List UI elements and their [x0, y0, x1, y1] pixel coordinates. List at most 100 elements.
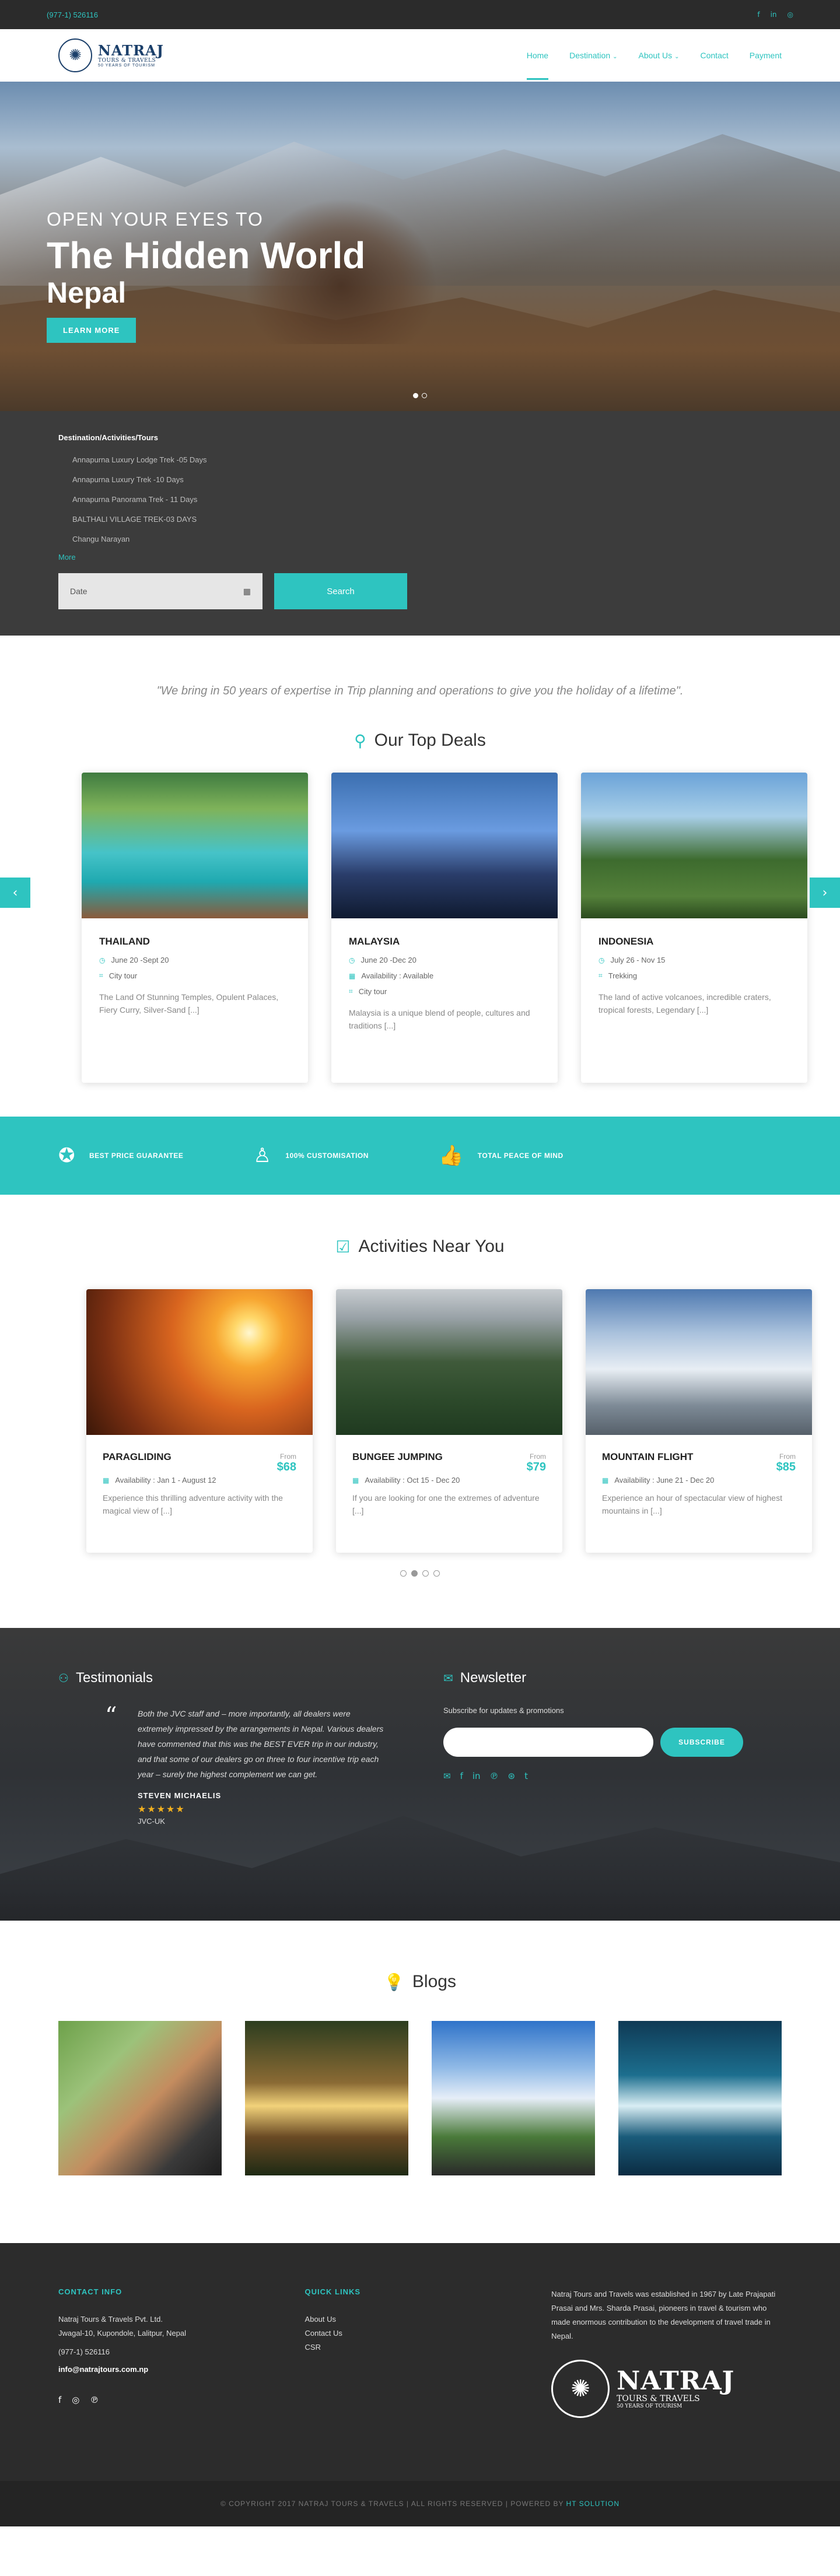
- destination-panel: Destination/Activities/Tours Annapurna L…: [0, 411, 840, 636]
- nav-destination[interactable]: Destination ⌄: [569, 51, 617, 60]
- footer-link-about[interactable]: About Us: [305, 2312, 552, 2326]
- footer-heading: QUICK LINKS: [304, 2287, 361, 2296]
- deal-card-indonesia[interactable]: INDONESIA ◷ July 26 - Nov 15 ⌗ Trekking Th…: [581, 773, 807, 1083]
- deal-image: [581, 773, 807, 918]
- email-icon[interactable]: ✉: [443, 1771, 451, 1781]
- linkedin-icon[interactable]: in: [473, 1771, 481, 1781]
- testimonials-newsletter: ⚇ Testimonials “ Both the JVC staff and –…: [0, 1628, 840, 1921]
- features-strip: ✪ BEST PRICE GUARANTEE ♙ 100% CUSTOMISATIO…: [0, 1117, 840, 1195]
- feature-customisation: ♙ 100% CUSTOMISATION: [253, 1144, 369, 1167]
- slider-dot[interactable]: [422, 393, 427, 398]
- footer-company: Natraj Tours & Travels Pvt. Ltd.: [58, 2315, 163, 2324]
- more-link[interactable]: More: [58, 553, 782, 561]
- subscribe-button[interactable]: SUBSCRIBE: [660, 1728, 743, 1757]
- list-item[interactable]: Changu Narayan: [72, 529, 782, 549]
- newsletter-title: Newsletter: [460, 1670, 527, 1686]
- twitter-icon[interactable]: t: [524, 1771, 528, 1781]
- list-item[interactable]: BALTHALI VILLAGE TREK-03 DAYS: [72, 510, 782, 529]
- clock-icon: ◷: [349, 956, 355, 964]
- activity-name: BUNGEE JUMPING: [352, 1451, 443, 1462]
- nav-payment[interactable]: Payment: [750, 51, 782, 60]
- footer-email[interactable]: info@natrajtours.com.np: [58, 2365, 305, 2374]
- slider-dot[interactable]: [422, 1570, 429, 1577]
- blog-image[interactable]: [245, 2021, 408, 2175]
- footer-about: Natraj Tours and Travels was established…: [551, 2287, 782, 2481]
- list-item[interactable]: Annapurna Panorama Trek - 11 Days: [72, 490, 782, 510]
- instagram-icon[interactable]: ◎: [72, 2395, 79, 2405]
- calendar-icon: ▦: [103, 1476, 110, 1484]
- top-phone[interactable]: (977-1) 526116: [47, 10, 98, 19]
- blog-image[interactable]: [432, 2021, 595, 2175]
- nav-about[interactable]: About Us ⌄: [639, 51, 680, 60]
- newsletter: ✉ Newsletter Subscribe for updates & prom…: [443, 1670, 770, 1879]
- footer-social: f ◎ ℗: [58, 2395, 305, 2405]
- deal-card-malaysia[interactable]: MALAYSIA ◷ June 20 -Dec 20 ▦ Availability …: [331, 773, 558, 1083]
- carousel-next-button[interactable]: ›: [810, 878, 840, 908]
- activity-card-paragliding[interactable]: PARAGLIDING From $68 ▦ Availability : Jan …: [86, 1289, 313, 1553]
- deal-dates: June 20 -Sept 20: [111, 956, 169, 964]
- top-deals-carousel: ‹ › THAILAND ◷ June 20 -Sept 20 ⌗ City tou…: [0, 773, 840, 1117]
- facebook-icon[interactable]: f: [757, 10, 760, 19]
- powered-by-link[interactable]: HT SOLUTION: [566, 2500, 620, 2508]
- slider-dot[interactable]: [400, 1570, 407, 1577]
- blog-image[interactable]: [58, 2021, 222, 2175]
- testimonials: ⚇ Testimonials “ Both the JVC staff and –…: [58, 1670, 385, 1879]
- footer-phone[interactable]: (977-1) 526116: [58, 2345, 305, 2359]
- activities-section: ☑ Activities Near You PARAGLIDING From $6…: [0, 1195, 840, 1577]
- deal-name: MALAYSIA: [349, 936, 400, 947]
- deal-type: City tour: [358, 987, 387, 996]
- top-deals-title: ⚲ Our Top Deals: [354, 731, 486, 750]
- tag-icon: ⌗: [598, 971, 603, 980]
- activity-availability: Availability : June 21 - Dec 20: [614, 1476, 715, 1484]
- footer-address: Jwagal-10, Kupondole, Lalitpur, Nepal: [58, 2329, 186, 2338]
- search-button[interactable]: Search: [274, 573, 407, 609]
- clock-icon: ◷: [99, 956, 106, 964]
- logo[interactable]: ✺ NATRAJ TOURS & TRAVELS 50 YEARS OF TOU…: [58, 38, 164, 72]
- footer-heading: CONTACT INFO: [58, 2287, 123, 2296]
- blog-image[interactable]: [618, 2021, 782, 2175]
- destination-list: Annapurna Luxury Lodge Trek -05 Days Ann…: [58, 450, 782, 549]
- deal-image: [82, 773, 308, 918]
- nav-home[interactable]: Home: [526, 51, 549, 80]
- nav-contact[interactable]: Contact: [701, 51, 729, 60]
- pinterest-icon[interactable]: ℗: [490, 1771, 499, 1781]
- deal-description: The Land Of Stunning Temples, Opulent Pa…: [99, 992, 279, 1015]
- list-item[interactable]: Annapurna Luxury Lodge Trek -05 Days: [72, 450, 782, 470]
- tagline-quote: "We bring in 50 years of expertise in Tr…: [156, 685, 684, 697]
- testimonial-org: JVC-UK: [138, 1817, 165, 1826]
- destination-heading: Destination/Activities/Tours: [58, 433, 158, 442]
- site-header: ✺ NATRAJ TOURS & TRAVELS 50 YEARS OF TOU…: [0, 29, 840, 82]
- footer-link-csr[interactable]: CSR: [305, 2340, 552, 2354]
- facebook-icon[interactable]: f: [460, 1771, 463, 1781]
- slider-dot[interactable]: [411, 1570, 418, 1577]
- slider-dot[interactable]: [413, 393, 418, 398]
- skype-icon[interactable]: ⊛: [508, 1771, 516, 1781]
- chevron-down-icon: ⌄: [674, 54, 680, 60]
- activity-description: Experience an hour of spectacular view o…: [602, 1493, 782, 1515]
- date-field[interactable]: Date ▦: [58, 573, 262, 609]
- deal-card-thailand[interactable]: THAILAND ◷ June 20 -Sept 20 ⌗ City tour Th…: [82, 773, 308, 1083]
- deal-dates: June 20 -Dec 20: [360, 956, 416, 964]
- email-field[interactable]: [443, 1728, 653, 1757]
- linkedin-icon[interactable]: in: [771, 10, 777, 19]
- list-item[interactable]: Annapurna Luxury Trek -10 Days: [72, 470, 782, 490]
- activity-card-mountain-flight[interactable]: MOUNTAIN FLIGHT From $85 ▦ Availability : …: [586, 1289, 812, 1553]
- activity-card-bungee[interactable]: BUNGEE JUMPING From $79 ▦ Availability : O…: [336, 1289, 562, 1553]
- chevron-down-icon: ⌄: [612, 54, 618, 60]
- instagram-icon[interactable]: ◎: [788, 10, 793, 19]
- deal-description: The land of active volcanoes, incredible…: [598, 992, 771, 1015]
- pinterest-icon[interactable]: ℗: [90, 2395, 99, 2405]
- hero-eyebrow: OPEN YOUR EYES TO: [47, 209, 264, 230]
- footer-link-contact[interactable]: Contact Us: [305, 2326, 552, 2340]
- activity-price: $68: [276, 1461, 296, 1473]
- carousel-prev-button[interactable]: ‹: [0, 878, 30, 908]
- badge-icon: ✪: [58, 1144, 75, 1167]
- footer-logo-name: NATRAJ: [617, 2366, 735, 2396]
- learn-more-button[interactable]: LEARN MORE: [47, 318, 136, 343]
- copyright-bar: © COPYRIGHT 2017 NATRAJ TOURS & TRAVELS …: [0, 2481, 840, 2526]
- activity-description: If you are looking for one the extremes …: [352, 1493, 540, 1515]
- slider-dot[interactable]: [433, 1570, 440, 1577]
- deal-dates: July 26 - Nov 15: [610, 956, 666, 964]
- facebook-icon[interactable]: f: [58, 2395, 61, 2405]
- user-icon: ⚇: [58, 1671, 69, 1685]
